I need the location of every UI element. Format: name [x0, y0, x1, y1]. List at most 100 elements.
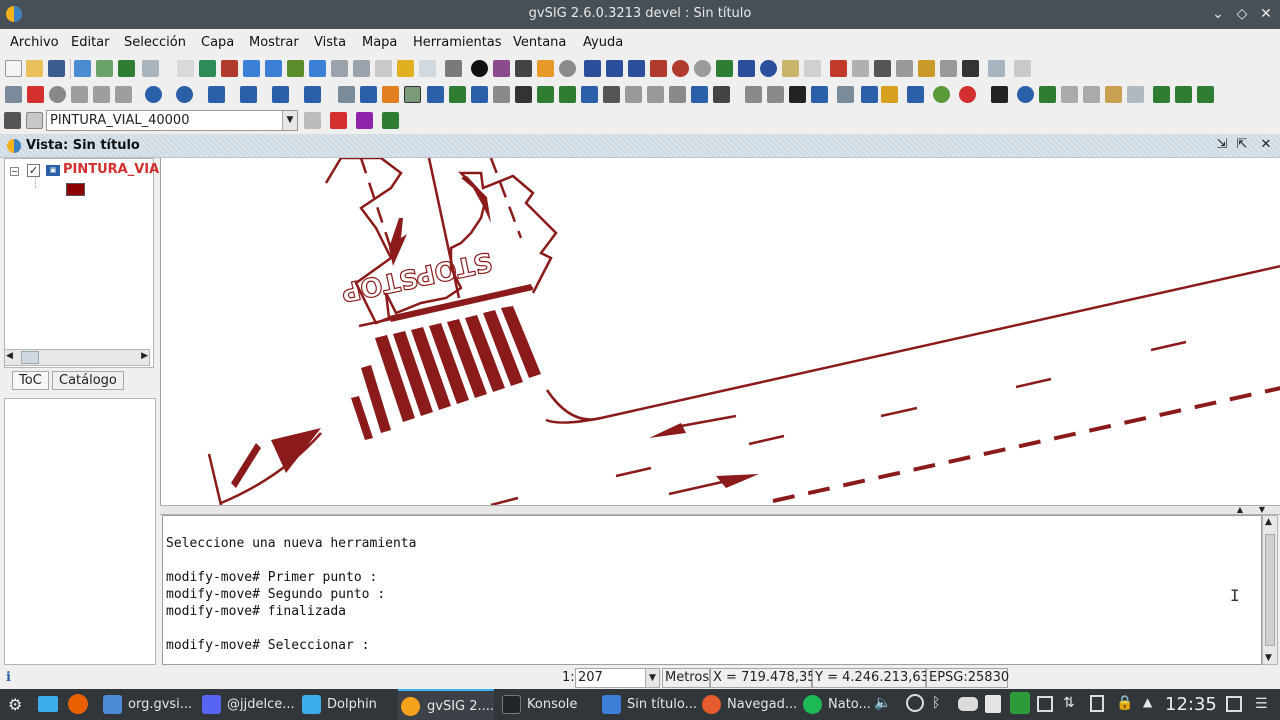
open-folder-icon[interactable]: [26, 60, 43, 77]
layer-name[interactable]: PINTURA_VIA: [63, 162, 159, 177]
maximize-icon[interactable]: ◇: [1232, 4, 1252, 24]
pencil-icon[interactable]: [745, 86, 762, 103]
zoom-prev-icon[interactable]: [331, 60, 348, 77]
add-layer-icon[interactable]: [74, 60, 91, 77]
stretch-icon[interactable]: [471, 86, 488, 103]
draw-icon[interactable]: [789, 86, 806, 103]
ellipse-icon[interactable]: [176, 86, 193, 103]
zoom-extent-icon[interactable]: [199, 60, 216, 77]
volume-icon[interactable]: 🔈: [874, 695, 891, 711]
layer-symbol[interactable]: [66, 183, 85, 196]
export-icon[interactable]: [96, 60, 113, 77]
locator-map[interactable]: [4, 398, 156, 665]
select-edit-icon[interactable]: [691, 86, 708, 103]
join-icon[interactable]: [559, 86, 576, 103]
task-spotify[interactable]: Nato...: [803, 689, 873, 720]
close-view-icon[interactable]: ✕: [1258, 137, 1274, 153]
cross-icon[interactable]: [647, 86, 664, 103]
zoom-in-icon[interactable]: [243, 60, 260, 77]
layer-props-icon[interactable]: [304, 112, 321, 129]
rectangle-icon[interactable]: [272, 86, 289, 103]
clone-icon[interactable]: [811, 86, 828, 103]
chevron-down-icon[interactable]: ▼: [645, 669, 659, 687]
zoom-layer-icon[interactable]: [309, 60, 326, 77]
menu-capa[interactable]: Capa: [201, 35, 234, 50]
spline-icon[interactable]: [304, 86, 321, 103]
epsg-field[interactable]: EPSG:25830: [926, 668, 1009, 688]
menu-ayuda[interactable]: Ayuda: [583, 35, 623, 50]
locator-icon[interactable]: [419, 60, 436, 77]
fillet-icon[interactable]: [669, 86, 686, 103]
task-document[interactable]: Sin título...: [602, 689, 697, 720]
clear-selection-icon[interactable]: [804, 60, 821, 77]
firefox-icon[interactable]: [68, 694, 88, 714]
edit-tool-icon[interactable]: [5, 86, 22, 103]
refresh-icon[interactable]: [1061, 86, 1078, 103]
alert-icon[interactable]: [959, 86, 976, 103]
wrench-icon[interactable]: [991, 86, 1008, 103]
multipoint-icon[interactable]: [71, 86, 88, 103]
database-icon[interactable]: [1197, 86, 1214, 103]
invert-selection-icon[interactable]: [782, 60, 799, 77]
save-icon[interactable]: [48, 60, 65, 77]
scale-combo[interactable]: 207 ▼: [575, 668, 660, 688]
symmetry-icon[interactable]: [338, 86, 355, 103]
hyperlink-icon[interactable]: [493, 60, 510, 77]
add-table-icon[interactable]: [1153, 86, 1170, 103]
point-icon[interactable]: [49, 86, 66, 103]
zoom-next-icon[interactable]: [353, 60, 370, 77]
maximize-view-icon[interactable]: ⇱: [1234, 137, 1250, 153]
display-tray-icon[interactable]: [1037, 696, 1053, 712]
layer-combo[interactable]: PINTURA_VIAL_40000 ▼: [46, 110, 298, 131]
undo-icon[interactable]: [830, 60, 847, 77]
tab-catalogo[interactable]: Catálogo: [52, 371, 124, 390]
paste-icon[interactable]: [918, 60, 935, 77]
scroll-up-icon[interactable]: ▲: [1265, 517, 1272, 527]
move-tool-icon[interactable]: [404, 86, 421, 103]
zoom-scale-icon[interactable]: [375, 60, 392, 77]
pan-hand-icon[interactable]: [177, 60, 194, 77]
toc-hscrollbar[interactable]: ◀ ▶: [4, 349, 150, 366]
select-circle-icon[interactable]: [650, 60, 667, 77]
media-play-icon[interactable]: [906, 694, 924, 712]
scroll-right-icon[interactable]: ▶: [141, 351, 148, 361]
scroll-thumb[interactable]: [1265, 534, 1275, 646]
scroll-thumb[interactable]: [21, 351, 39, 364]
task-konsole[interactable]: Konsole: [502, 689, 592, 720]
layer-filter-icon[interactable]: [330, 112, 347, 129]
bluetooth-icon[interactable]: ᛒ: [932, 695, 940, 711]
attribute-table-icon[interactable]: [874, 60, 891, 77]
show-desktop-icon[interactable]: [1226, 696, 1242, 712]
minimize-icon[interactable]: ⌄: [1208, 4, 1228, 24]
snap-icon[interactable]: [767, 86, 784, 103]
vertex-icon[interactable]: [581, 86, 598, 103]
polyline-icon[interactable]: [208, 86, 225, 103]
pen-icon[interactable]: [382, 112, 399, 129]
style-icon[interactable]: [1105, 86, 1122, 103]
trim-icon[interactable]: [515, 86, 532, 103]
tray-expand-icon[interactable]: ▲: [1143, 695, 1152, 709]
menu-seleccion[interactable]: Selección: [124, 35, 186, 50]
resize-icon[interactable]: [1014, 60, 1031, 77]
task-gvsig[interactable]: gvSIG 2....: [398, 689, 494, 720]
select-poly-icon[interactable]: [628, 60, 645, 77]
table-icon[interactable]: [445, 60, 462, 77]
select-layer-icon[interactable]: [716, 60, 733, 77]
filter-icon[interactable]: [738, 60, 755, 77]
globe-blue-icon[interactable]: [1017, 86, 1034, 103]
expand-down-icon[interactable]: ▼: [1253, 506, 1271, 514]
menu-mostrar[interactable]: Mostrar: [249, 35, 299, 50]
gear-icon[interactable]: [933, 86, 950, 103]
map-green-icon[interactable]: [1039, 86, 1056, 103]
select-arrow-icon[interactable]: [584, 60, 601, 77]
collapse-icon[interactable]: −: [10, 167, 19, 176]
notes-tray-icon[interactable]: [1090, 695, 1104, 712]
new-file-icon[interactable]: [5, 60, 22, 77]
lock-icon[interactable]: 🔒: [1116, 695, 1133, 711]
grid-icon[interactable]: [713, 86, 730, 103]
zoom-selection-icon[interactable]: [221, 60, 238, 77]
info-icon[interactable]: [471, 60, 488, 77]
scroll-left-icon[interactable]: ◀: [6, 351, 13, 361]
doc-icon[interactable]: [861, 86, 878, 103]
page-icon[interactable]: [907, 86, 924, 103]
